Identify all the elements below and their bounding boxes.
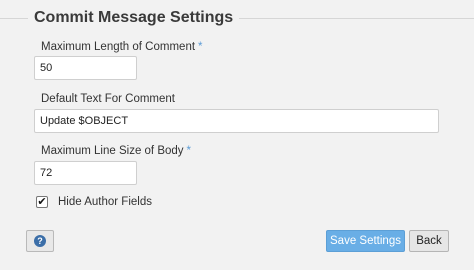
default-text-input[interactable] [34, 109, 439, 133]
section-title: Commit Message Settings [28, 8, 240, 28]
checkmark-icon: ✔ [37, 196, 47, 208]
required-mark: * [198, 41, 203, 53]
max-length-input[interactable] [34, 56, 137, 80]
help-icon: ? [34, 235, 46, 247]
required-mark: * [186, 145, 192, 157]
max-line-size-label-text: Maximum Line Size of Body [41, 145, 184, 157]
max-length-label: Maximum Length of Comment * [41, 40, 203, 54]
default-text-label: Default Text For Comment [41, 93, 176, 105]
hide-author-row: ✔ Hide Author Fields [36, 195, 152, 209]
save-settings-button[interactable]: Save Settings [326, 230, 405, 252]
hide-author-label[interactable]: Hide Author Fields [58, 196, 152, 208]
commit-message-settings-panel: Commit Message Settings Maximum Length o… [0, 0, 474, 270]
max-line-size-label: Maximum Line Size of Body * [41, 144, 191, 158]
help-button[interactable]: ? [26, 230, 54, 252]
back-button[interactable]: Back [409, 230, 449, 252]
hide-author-checkbox[interactable]: ✔ [36, 196, 48, 208]
max-length-label-text: Maximum Length of Comment [41, 41, 196, 53]
max-line-size-input[interactable] [34, 161, 137, 185]
